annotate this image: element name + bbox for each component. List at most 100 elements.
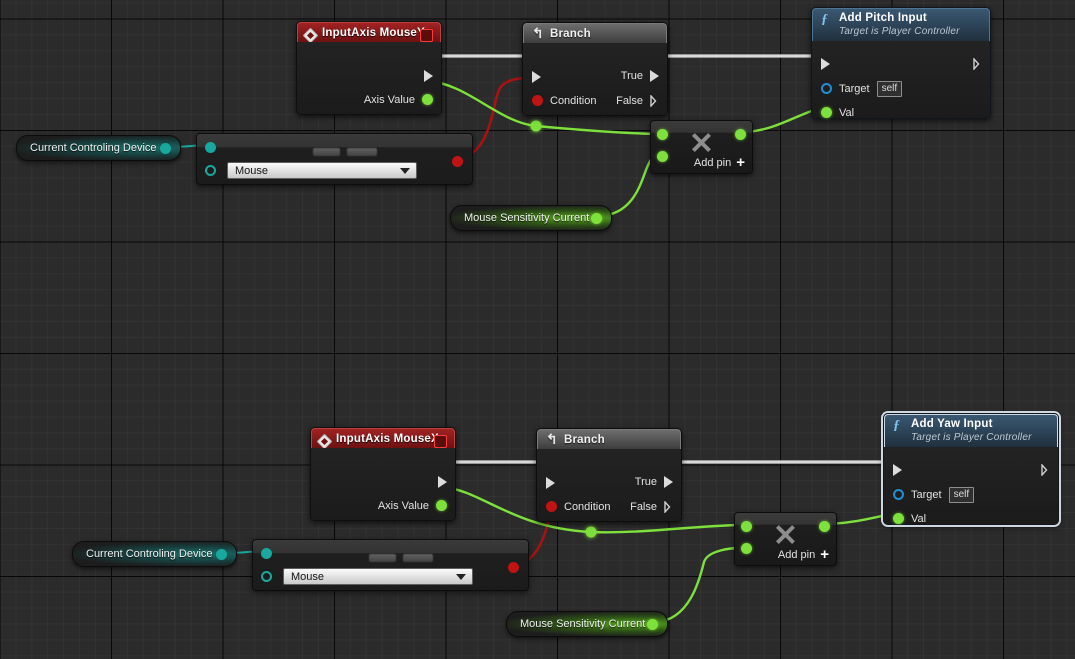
pin-val-in[interactable]: Val — [821, 101, 854, 124]
pin-label: True — [621, 70, 643, 82]
add-pin-button[interactable]: Add pin + — [778, 547, 829, 562]
pin-exec-out[interactable] — [973, 52, 982, 75]
pin-enum-a-in[interactable] — [261, 548, 272, 559]
pin-mul-out[interactable] — [735, 129, 746, 140]
pin-axis-value-out[interactable]: Axis Value — [378, 494, 447, 517]
node-input-axis-mousex[interactable]: InputAxis MouseX Axis Value — [310, 427, 456, 521]
node-add-pitch-input[interactable]: ƒ Add Pitch Input Target is Player Contr… — [811, 7, 991, 119]
node-title: Add Pitch Input — [839, 12, 981, 26]
pin-bool-out[interactable] — [452, 156, 463, 167]
node-input-axis-mousey[interactable]: InputAxis MouseY Axis Value — [296, 21, 442, 115]
pin-axis-value-out[interactable]: Axis Value — [364, 88, 433, 111]
pin-exec-in[interactable] — [546, 471, 555, 494]
float-pin-icon — [436, 500, 447, 511]
pin-label: Axis Value — [364, 94, 415, 106]
branch-icon: ↰ — [532, 28, 544, 41]
pin-label: Condition — [564, 501, 610, 513]
exec-in-icon — [893, 464, 902, 476]
node-header: ↰ Branch — [523, 23, 667, 43]
pin-val-in[interactable]: Val — [893, 507, 926, 530]
exec-out-hollow-icon — [1041, 464, 1050, 476]
pin-mul-out[interactable] — [819, 521, 830, 532]
pin-false-out[interactable]: False — [630, 495, 673, 518]
object-pin-icon — [893, 489, 904, 500]
pin-true-out[interactable]: True — [635, 470, 673, 493]
pin-true-out[interactable]: True — [621, 64, 659, 87]
enum-dropdown-value: Mouse — [235, 165, 268, 177]
variable-label: Mouse Sensitivity Current — [507, 618, 667, 630]
target-value[interactable]: self — [949, 487, 975, 503]
enum-dropdown-yaw[interactable]: Mouse — [283, 568, 473, 585]
pin-exec-in[interactable] — [532, 65, 541, 88]
node-branch-yaw[interactable]: ↰ Branch True Condition False — [536, 428, 682, 522]
pin-mul-a-in[interactable] — [741, 521, 752, 532]
float-pin-icon — [591, 213, 602, 224]
node-body: True Condition False — [537, 449, 681, 521]
variable-label: Current Controling Device — [17, 142, 179, 154]
node-body: True Condition False — [523, 43, 667, 115]
exec-out-hollow-icon — [973, 58, 982, 70]
target-value[interactable]: self — [877, 81, 903, 97]
node-variable-mouse-sensitivity-current-yaw[interactable]: Mouse Sensitivity Current — [506, 611, 668, 637]
pin-enum-b-in[interactable] — [205, 165, 216, 176]
pin-label: Axis Value — [378, 500, 429, 512]
float-pin-icon — [821, 107, 832, 118]
pin-false-out[interactable]: False — [616, 89, 659, 112]
float-pin-icon — [893, 513, 904, 524]
pin-exec-in[interactable] — [821, 52, 830, 75]
variable-label: Current Controling Device — [73, 548, 235, 560]
node-add-yaw-input[interactable]: ƒ Add Yaw Input Target is Player Control… — [883, 413, 1059, 525]
branch-icon: ↰ — [546, 434, 558, 447]
pin-condition-in[interactable]: Condition — [546, 495, 610, 518]
event-stop-icon[interactable] — [434, 435, 447, 448]
float-pin-icon — [647, 619, 658, 630]
node-body: Target self Val — [812, 41, 990, 118]
node-enum-equal-yaw[interactable]: Mouse — [252, 539, 529, 591]
node-multiply-yaw[interactable]: ✕ Add pin + — [734, 512, 837, 566]
event-stop-icon[interactable] — [420, 29, 433, 42]
node-header: ↰ Branch — [537, 429, 681, 449]
node-title: Add Yaw Input — [911, 418, 1049, 432]
pin-label: Target — [839, 83, 870, 95]
pin-bool-out[interactable] — [508, 562, 519, 573]
pin-mul-a-in[interactable] — [657, 129, 668, 140]
node-enum-equal-pitch[interactable]: Mouse — [196, 133, 473, 185]
event-diamond-icon — [303, 28, 319, 44]
pin-exec-out[interactable] — [1041, 458, 1050, 481]
node-variable-mouse-sensitivity-current-pitch[interactable]: Mouse Sensitivity Current — [450, 205, 612, 231]
pin-exec-out[interactable] — [424, 64, 433, 87]
pin-condition-in[interactable]: Condition — [532, 89, 596, 112]
node-title-blur-b — [347, 148, 377, 156]
enum-pin-icon — [160, 143, 171, 154]
pin-enum-b-in[interactable] — [261, 571, 272, 582]
pin-mul-b-in[interactable] — [657, 151, 668, 162]
node-multiply-pitch[interactable]: ✕ Add pin + — [650, 120, 753, 174]
pin-target-in[interactable]: Target self — [821, 77, 902, 100]
enum-dropdown-pitch[interactable]: Mouse — [227, 162, 417, 179]
pin-label: Target — [911, 489, 942, 501]
node-branch-pitch[interactable]: ↰ Branch True Condition False — [522, 22, 668, 116]
node-variable-current-controling-device-pitch[interactable]: Current Controling Device — [16, 135, 181, 161]
node-header: InputAxis MouseY — [297, 22, 441, 42]
enum-pin-icon — [216, 549, 227, 560]
node-header: InputAxis MouseX — [311, 428, 455, 448]
pin-enum-a-in[interactable] — [205, 142, 216, 153]
node-body: Axis Value — [297, 42, 441, 114]
node-subtitle: Target is Player Controller — [911, 432, 1049, 444]
node-variable-current-controling-device-yaw[interactable]: Current Controling Device — [72, 541, 237, 567]
node-title: InputAxis MouseY — [322, 27, 425, 39]
pin-label: Condition — [550, 95, 596, 107]
pin-target-in[interactable]: Target self — [893, 483, 974, 506]
blueprint-graph-canvas[interactable]: InputAxis MouseY Axis Value ↰ Branch Tru… — [0, 0, 1075, 659]
pin-exec-out[interactable] — [438, 470, 447, 493]
add-pin-button[interactable]: Add pin + — [694, 155, 745, 170]
add-pin-label: Add pin — [694, 157, 731, 169]
pin-mul-b-in[interactable] — [741, 543, 752, 554]
node-body: Target self Val — [884, 447, 1058, 524]
node-title: Branch — [564, 434, 605, 446]
exec-out-icon — [664, 476, 673, 488]
node-title-blur-a — [369, 554, 396, 562]
variable-label: Mouse Sensitivity Current — [451, 212, 611, 224]
node-header: ƒ Add Yaw Input Target is Player Control… — [884, 414, 1058, 447]
pin-exec-in[interactable] — [893, 458, 902, 481]
